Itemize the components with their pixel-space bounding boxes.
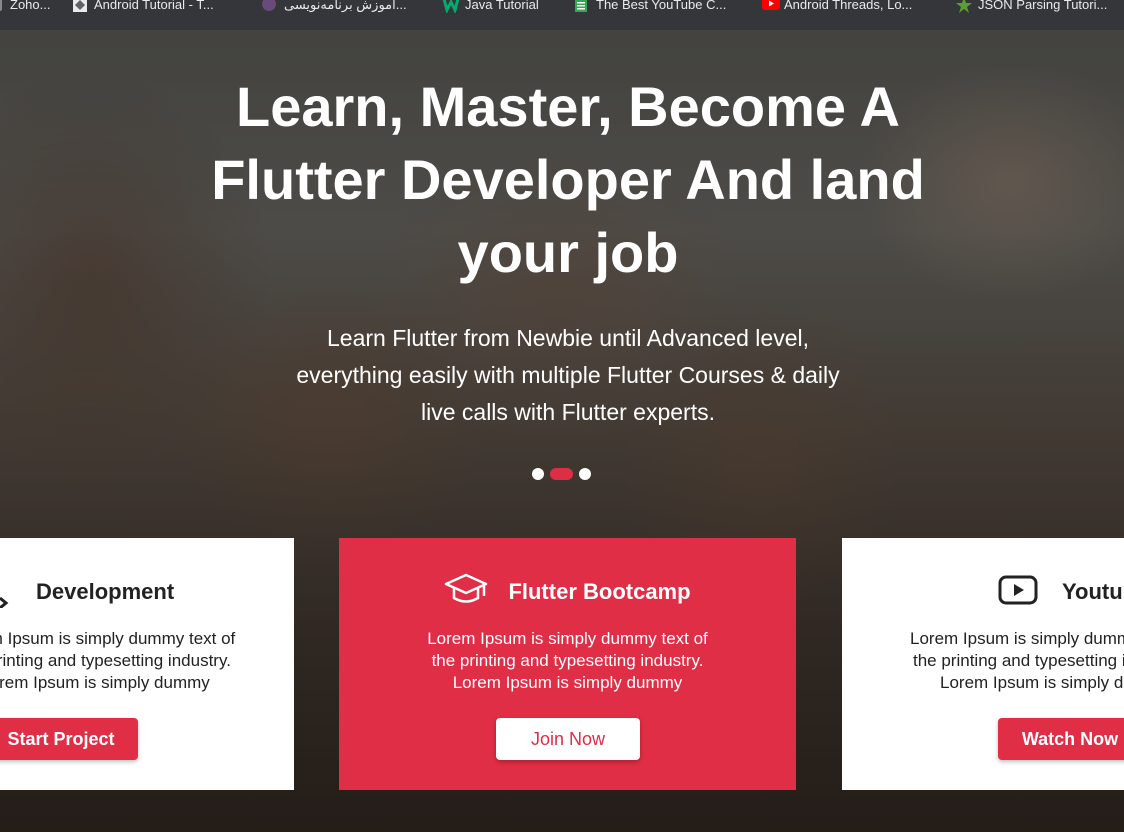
bookmark-label: Java Tutorial <box>465 0 539 12</box>
card-text-line: Lorem Ipsum is simply dummy <box>452 673 683 692</box>
hero-title-line: Flutter Developer And land <box>211 148 925 211</box>
card-text-line: Lorem Ipsum is simply dummy <box>0 673 210 692</box>
zoho-icon <box>0 0 2 11</box>
join-now-button[interactable]: Join Now <box>496 718 640 760</box>
carousel-dot-1[interactable] <box>532 467 544 480</box>
document-icon <box>574 0 588 12</box>
card-text-line: Lorem Ipsum is simply dummy text of <box>910 629 1124 648</box>
bookmark-android-tutorial[interactable]: Android Tutorial - T... <box>72 0 214 30</box>
graduation-cap-icon <box>444 572 488 613</box>
hero-subtitle-line: live calls with Flutter experts. <box>421 399 715 425</box>
carousel-dot-3[interactable] <box>579 467 591 480</box>
youtube-icon <box>762 0 780 11</box>
card-text-line: Lorem Ipsum is simply dummy text of <box>0 629 236 648</box>
bookmark-android-threads[interactable]: Android Threads, Lo... <box>762 0 912 30</box>
bookmark-youtube-best[interactable]: The Best YouTube C... <box>574 0 726 30</box>
bookmark-label: Android Tutorial - T... <box>94 0 214 12</box>
bookmark-zoho[interactable]: Zoho... <box>0 0 50 30</box>
start-project-button[interactable]: Start Project <box>0 718 138 760</box>
youtube-card: Youtube Lorem Ipsum is simply dummy text… <box>842 538 1124 790</box>
bookmark-label: The Best YouTube C... <box>596 0 727 12</box>
card-description: Lorem Ipsum is simply dummy text of the … <box>0 628 310 694</box>
persian-site-icon <box>262 0 276 11</box>
android-tutorial-icon <box>72 0 87 12</box>
card-header: Youtube <box>842 574 1124 610</box>
card-text-line: the printing and typesetting industry. <box>431 651 704 670</box>
bookmark-java-tutorial[interactable]: Java Tutorial <box>442 0 539 30</box>
card-text-line: the printing and typesetting industry. <box>0 651 231 670</box>
bookmark-json-parsing[interactable]: JSON Parsing Tutori... <box>956 0 1107 30</box>
bookmark-label: آموزش برنامه‌نویسی... <box>284 0 407 12</box>
watch-now-button[interactable]: Watch Now <box>998 718 1124 760</box>
flutter-bootcamp-card: Flutter Bootcamp Lorem Ipsum is simply d… <box>339 538 796 790</box>
bookmark-persian[interactable]: آموزش برنامه‌نویسی... <box>262 0 407 30</box>
carousel-dot-2-active[interactable] <box>550 467 573 480</box>
card-text-line: Lorem Ipsum is simply dummy text of <box>427 629 708 648</box>
hero-title-line: Learn, Master, Become A <box>236 75 900 138</box>
hero-subtitle: Learn Flutter from Newbie until Advanced… <box>262 320 874 431</box>
bookmark-label: Zoho... <box>10 0 51 12</box>
hero-title: Learn, Master, Become A Flutter Develope… <box>112 70 1024 289</box>
card-header: Flutter Bootcamp <box>339 572 796 613</box>
card-title: Flutter Bootcamp <box>508 579 691 604</box>
youtube-icon <box>998 575 1038 610</box>
card-description: Lorem Ipsum is simply dummy text of the … <box>339 628 796 694</box>
hero-title-line: your job <box>457 221 679 284</box>
hero-subtitle-line: everything easily with multiple Flutter … <box>296 362 840 388</box>
card-title: Development <box>36 579 175 604</box>
carousel-indicators <box>532 467 591 480</box>
w3schools-icon <box>442 0 460 15</box>
development-card: Development Lorem Ipsum is simply dummy … <box>0 538 294 790</box>
code-icon <box>0 572 20 613</box>
star-icon <box>956 0 972 13</box>
hero-subtitle-line: Learn Flutter from Newbie until Advanced… <box>327 325 809 351</box>
bookmark-label: JSON Parsing Tutori... <box>978 0 1108 12</box>
bookmarks-bar: Zoho... Android Tutorial - T... آموزش بر… <box>0 0 1124 30</box>
card-title: Youtube <box>1062 579 1124 604</box>
card-description: Lorem Ipsum is simply dummy text of the … <box>894 628 1124 694</box>
hero-section: Learn, Master, Become A Flutter Develope… <box>0 30 1124 832</box>
bookmark-label: Android Threads, Lo... <box>784 0 913 12</box>
card-text-line: the printing and typesetting industry. <box>913 651 1124 670</box>
card-text-line: Lorem Ipsum is simply dummy <box>940 673 1124 692</box>
